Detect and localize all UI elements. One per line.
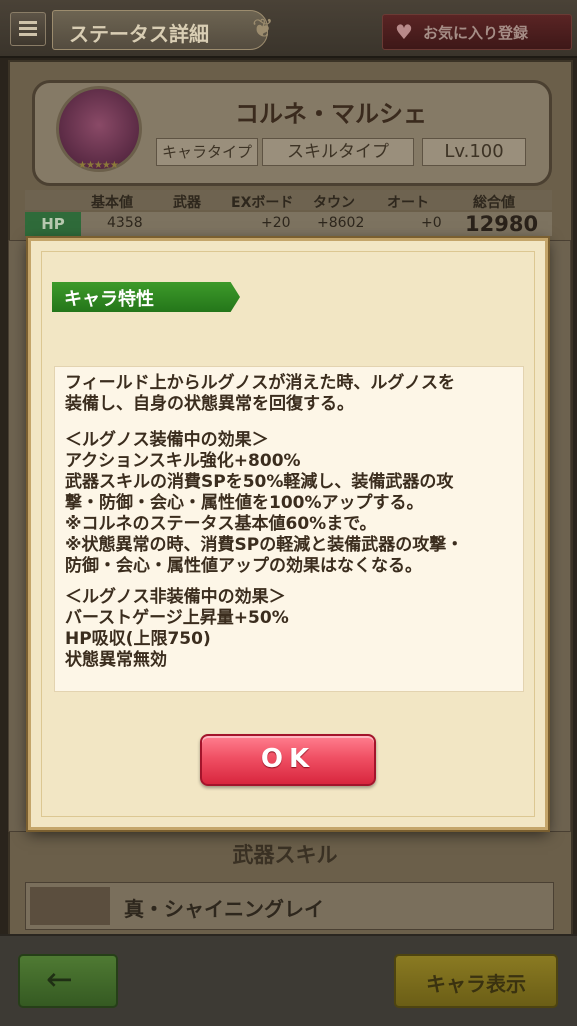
page-title: ステータス詳細 (69, 22, 209, 46)
stat-header: 武器 (173, 195, 201, 211)
chara-type-chip: キャラタイプ (156, 138, 258, 166)
description-line: フィールド上からルグノスが消えた時、ルグノスを (65, 373, 455, 393)
skill-type-chip[interactable]: スキルタイプ (262, 138, 414, 166)
description-line: 防御・会心・属性値アップの効果はなくなる。 (65, 556, 422, 576)
stat-header-row: 基本値 武器 EXボード タウン オート 総合値 (25, 190, 552, 211)
stat-header: 総合値 (473, 195, 515, 211)
description-line: バーストゲージ上昇量+50% (65, 608, 289, 628)
left-stat-strip (8, 240, 30, 832)
favorite-button[interactable]: ♥ お気に入り登録 (382, 14, 572, 50)
stat-header: EXボード (231, 195, 294, 211)
ok-button[interactable]: OK (200, 734, 376, 786)
rarity-stars: ★★★★★ (78, 160, 119, 171)
hp-auto: +0 (421, 215, 442, 231)
level-chip: Lv.100 (422, 138, 526, 166)
back-arrow-icon: ← (46, 960, 73, 998)
ornament-icon: ❦ (252, 14, 274, 44)
description-line: 状態異常無効 (65, 650, 167, 670)
trait-description-box: フィールド上からルグノスが消えた時、ルグノスを 装備し、自身の状態異常を回復する… (54, 366, 524, 692)
heart-icon: ♥ (395, 20, 413, 44)
weapon-skill-row[interactable]: 真・シャイニングレイ (25, 882, 554, 930)
description-line: 武器スキルの消費SPを50%軽減し、装備武器の攻 (65, 472, 454, 492)
description-line: ＜ルグノス非装備中の効果＞ (65, 587, 286, 607)
hp-label: HP (25, 212, 81, 236)
chara-view-label: キャラ表示 (426, 972, 526, 996)
hp-town: +8602 (317, 215, 365, 231)
character-name: コルネ・マルシェ (235, 100, 427, 128)
description-line: ※状態異常の時、消費SPの軽減と装備武器の攻撃・ (65, 535, 464, 555)
back-button[interactable]: ← (18, 954, 118, 1008)
ok-label: OK (260, 744, 316, 774)
stat-header: 基本値 (91, 195, 133, 211)
stat-header: オート (387, 195, 429, 211)
weapon-skill-title: 武器スキル (232, 843, 338, 867)
page-title-plate: ステータス詳細 (52, 10, 268, 50)
dialog-title-ribbon: キャラ特性 (52, 282, 240, 312)
hp-base: 4358 (107, 215, 143, 231)
description-line: HP吸収(上限750) (65, 629, 211, 649)
chara-view-button[interactable]: キャラ表示 (394, 954, 558, 1008)
weapon-skill-name: 真・シャイニングレイ (124, 897, 324, 921)
hp-row: HP 4358 +20 +8602 +0 12980 (25, 212, 552, 236)
description-line: ※コルネのステータス基本値60%まで。 (65, 514, 377, 534)
description-line: ＜ルグノス装備中の効果＞ (65, 430, 269, 450)
description-line: 撃・防御・会心・属性値を100%アップする。 (65, 493, 424, 513)
stat-header: タウン (313, 195, 355, 211)
menu-icon[interactable] (10, 12, 46, 46)
description-line: 装備し、自身の状態異常を回復する。 (65, 394, 354, 414)
right-stat-strip (549, 240, 571, 832)
dialog-title: キャラ特性 (64, 289, 154, 310)
hp-exboard: +20 (261, 215, 291, 231)
favorite-label: お気に入り登録 (423, 24, 529, 42)
description-line: アクションスキル強化+800% (65, 451, 301, 471)
hp-total: 12980 (465, 212, 539, 236)
weapon-icon (30, 887, 110, 925)
weapon-skill-heading: 武器スキル (150, 838, 420, 872)
